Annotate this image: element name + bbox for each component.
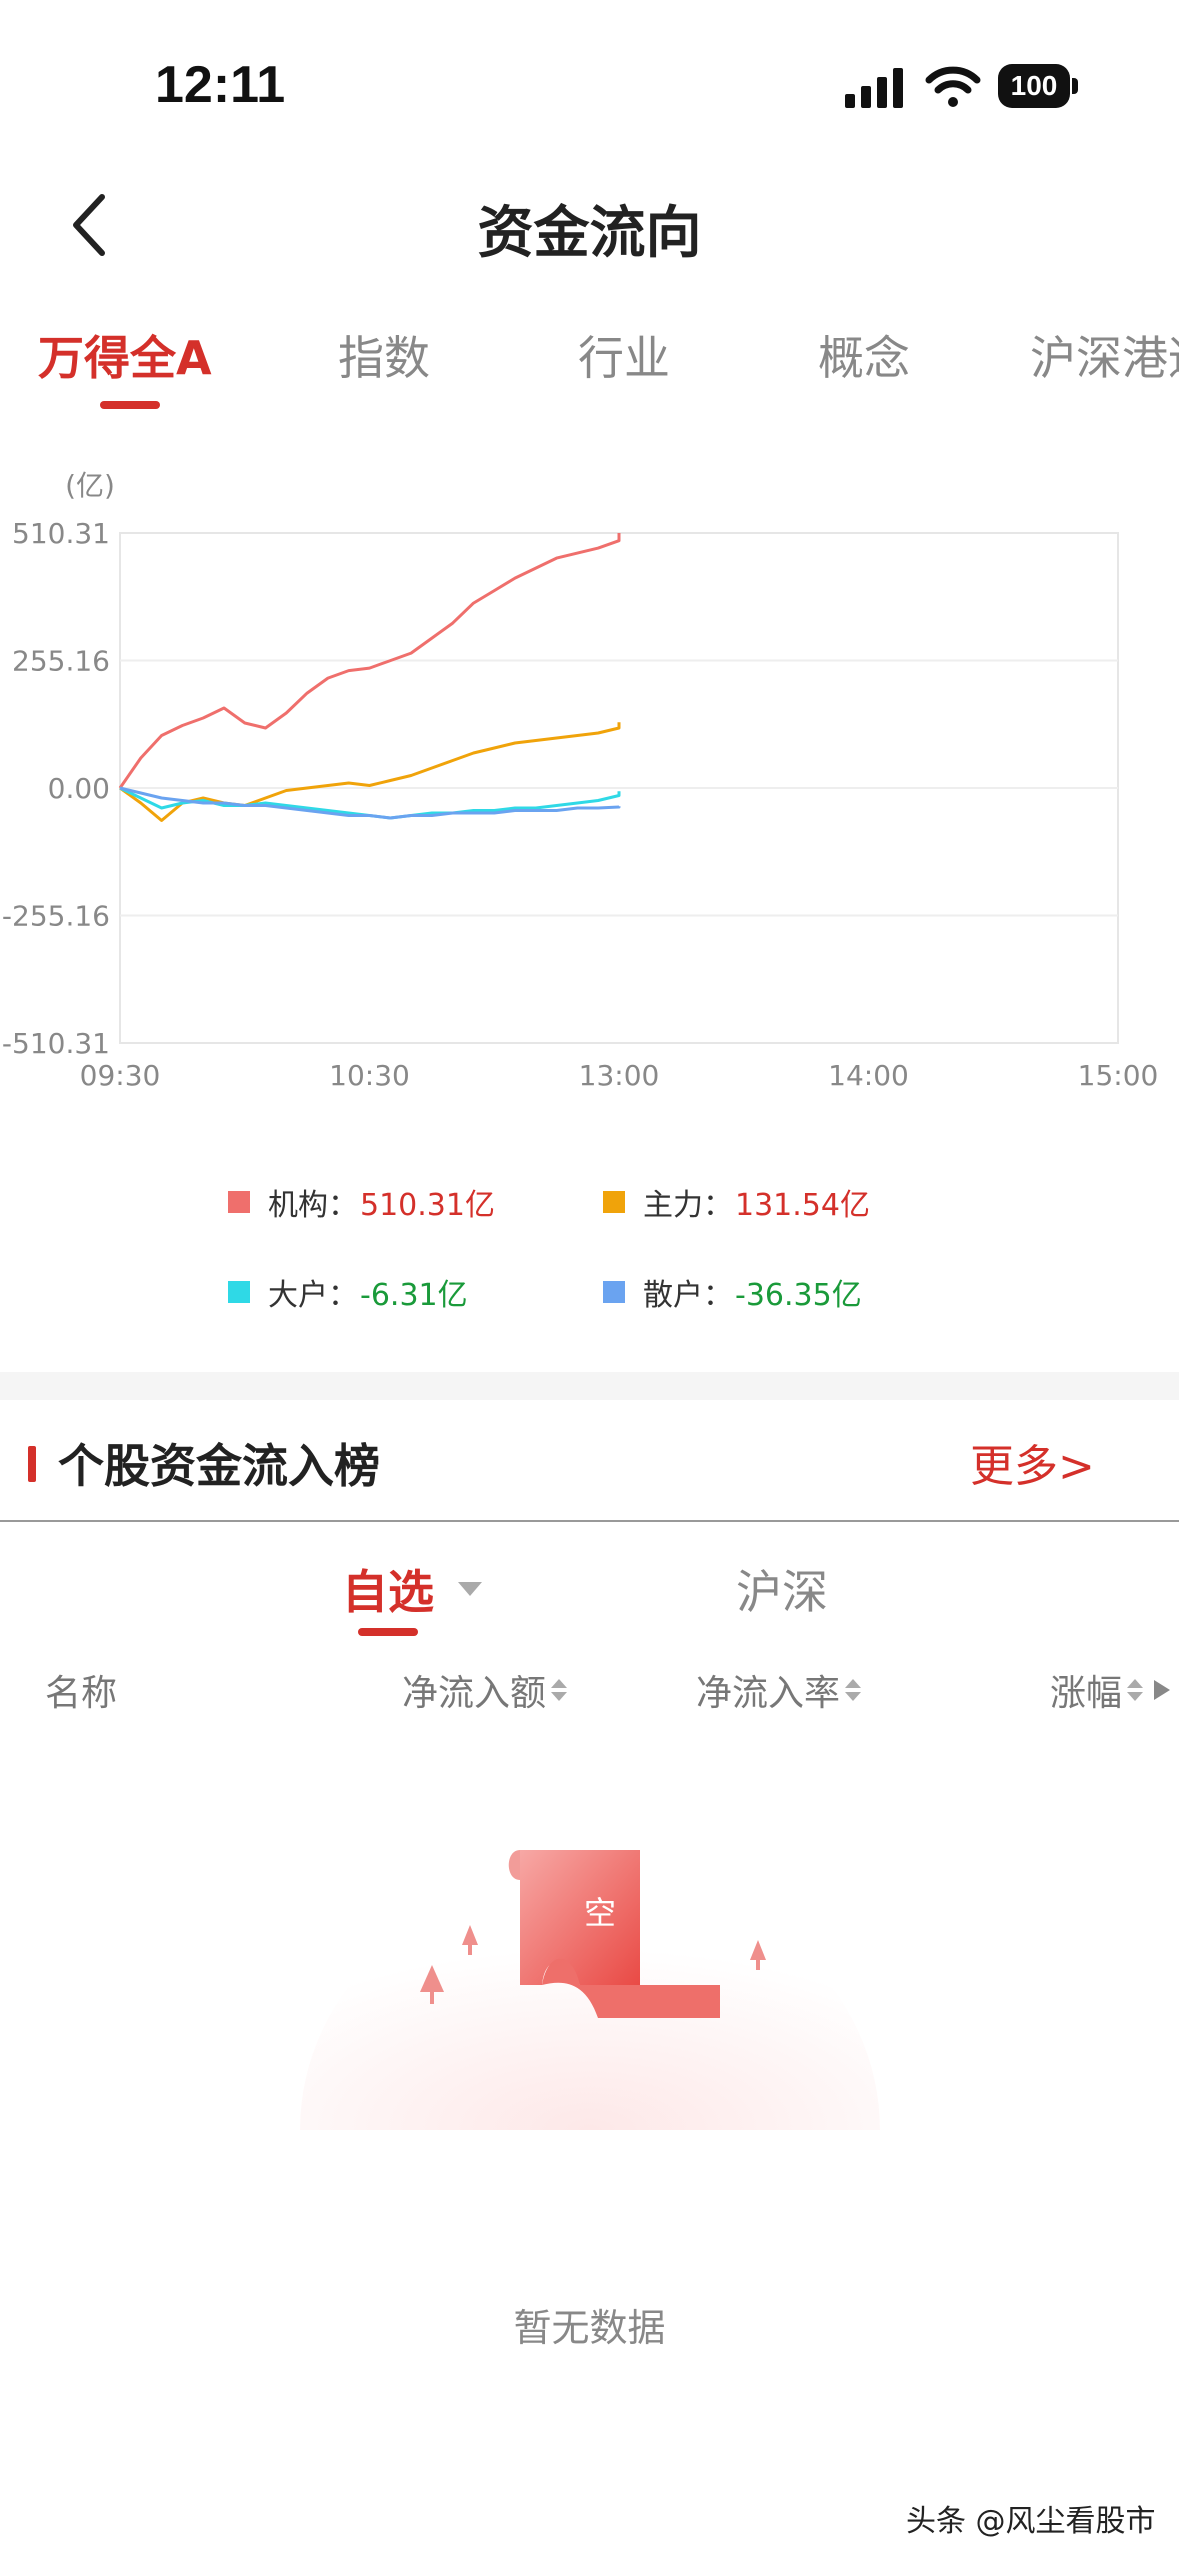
column-label: 名称 bbox=[45, 1673, 118, 1714]
legend-value: -6.31亿 bbox=[360, 1278, 468, 1313]
tab-index[interactable]: 指数 bbox=[338, 322, 430, 388]
legend-swatch bbox=[228, 1191, 250, 1213]
column-header-name: 名称 bbox=[45, 1664, 117, 1716]
section-header-divider bbox=[0, 1520, 1179, 1522]
empty-message: 暂无数据 bbox=[513, 2306, 666, 2350]
sort-icon[interactable] bbox=[1126, 1672, 1144, 1708]
legend-item-institution: 机构： 510.31亿 bbox=[228, 1180, 495, 1224]
watermark: 头条 @风尘看股市 bbox=[906, 2504, 1156, 2539]
column-label: 净流入额 bbox=[402, 1673, 547, 1714]
legend-label: 大户 bbox=[268, 1278, 328, 1313]
active-subtab-indicator bbox=[358, 1628, 418, 1636]
column-header-change[interactable]: 涨幅 bbox=[1050, 1664, 1171, 1716]
x-tick-label: 13:00 bbox=[579, 1059, 660, 1092]
section-marker bbox=[28, 1446, 36, 1482]
x-tick-label: 14:00 bbox=[828, 1059, 909, 1092]
tab-concept[interactable]: 概念 bbox=[818, 322, 910, 388]
column-header-net-inflow[interactable]: 净流入额 bbox=[402, 1664, 568, 1716]
wifi-icon bbox=[925, 66, 981, 107]
empty-state-illustration bbox=[300, 1850, 880, 2130]
scroll-right-icon[interactable] bbox=[1154, 1680, 1171, 1700]
legend-label: 主力 bbox=[643, 1188, 703, 1223]
legend-swatch bbox=[603, 1191, 625, 1213]
legend-swatch bbox=[228, 1281, 250, 1303]
subtab-watchlist[interactable]: 自选 bbox=[342, 1556, 434, 1622]
active-tab-indicator bbox=[100, 401, 160, 409]
column-label: 涨幅 bbox=[1050, 1673, 1123, 1714]
tab-wind-all-a[interactable]: 万得全A bbox=[38, 322, 212, 388]
legend-item-big-holder: 大户： -6.31亿 bbox=[228, 1270, 468, 1314]
caret-down-icon[interactable] bbox=[458, 1582, 482, 1596]
section-divider bbox=[0, 1372, 1179, 1400]
tab-industry[interactable]: 行业 bbox=[578, 322, 670, 388]
status-time: 12:11 bbox=[155, 56, 286, 114]
y-unit-label: (亿) bbox=[65, 469, 115, 502]
column-label: 净流入率 bbox=[696, 1673, 841, 1714]
legend-swatch bbox=[603, 1281, 625, 1303]
page-title: 资金流向 bbox=[477, 201, 702, 266]
y-tick-label: 0.00 bbox=[48, 772, 110, 805]
more-link[interactable]: 更多> bbox=[970, 1430, 1095, 1494]
x-tick-label: 15:00 bbox=[1078, 1059, 1159, 1092]
cellular-signal-icon bbox=[845, 68, 903, 108]
legend-value: -36.35亿 bbox=[735, 1278, 862, 1313]
x-tick-label: 09:30 bbox=[80, 1059, 161, 1092]
legend-item-main: 主力： 131.54亿 bbox=[603, 1180, 870, 1224]
legend-value: 131.54亿 bbox=[735, 1188, 870, 1223]
x-tick-label: 10:30 bbox=[329, 1059, 410, 1092]
sort-icon[interactable] bbox=[844, 1672, 862, 1708]
legend-label: 机构 bbox=[268, 1188, 328, 1223]
subtab-shanghai-shenzhen[interactable]: 沪深 bbox=[736, 1556, 828, 1622]
y-tick-label: 510.31 bbox=[12, 517, 110, 550]
fund-flow-chart: 510.31 255.16 0.00 -255.16 -510.31 (亿) 09:30 10… bbox=[2, 469, 1159, 1092]
y-tick-label: -255.16 bbox=[2, 900, 110, 933]
series-line-3 bbox=[119, 786, 621, 820]
tab-hk-connect[interactable]: 沪深港通 bbox=[1030, 322, 1179, 388]
battery-level: 100 bbox=[998, 64, 1070, 108]
empty-badge: 空 bbox=[583, 1894, 616, 1932]
battery-icon: 100 bbox=[998, 64, 1080, 108]
y-tick-label: 255.16 bbox=[12, 645, 110, 678]
legend-value: 510.31亿 bbox=[360, 1188, 495, 1223]
column-header-net-inflow-rate[interactable]: 净流入率 bbox=[696, 1664, 862, 1716]
section-title: 个股资金流入榜 bbox=[58, 1439, 380, 1493]
sort-icon[interactable] bbox=[550, 1672, 568, 1708]
legend-item-retail: 散户： -36.35亿 bbox=[603, 1270, 862, 1314]
y-tick-label: -510.31 bbox=[2, 1027, 110, 1060]
legend-label: 散户 bbox=[643, 1278, 703, 1313]
